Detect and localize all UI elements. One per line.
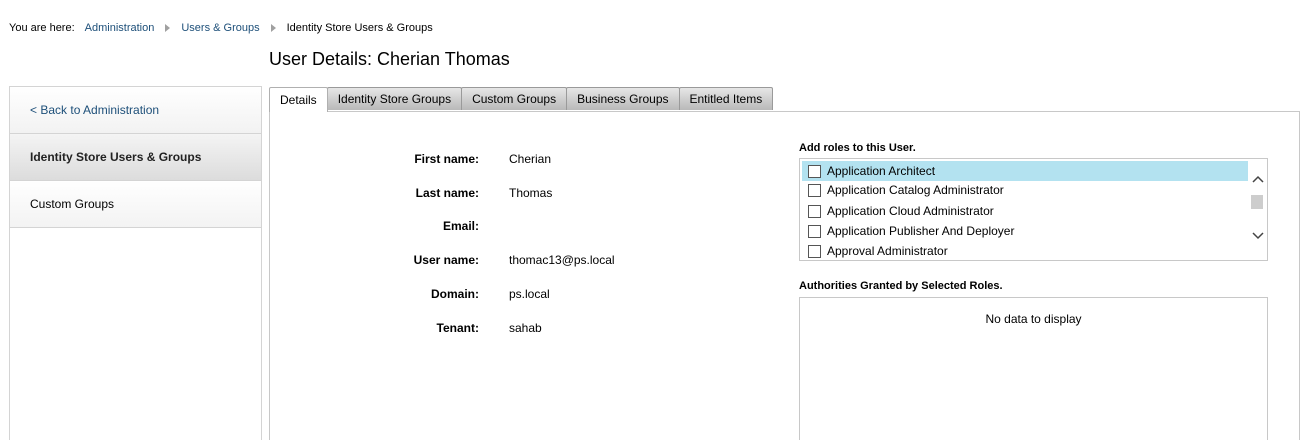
field-label: Email: bbox=[442, 219, 479, 233]
scrollbar-thumb[interactable] bbox=[1251, 195, 1263, 209]
field-first-name: First name: Cherian bbox=[269, 152, 551, 166]
role-label: Approval Administrator bbox=[827, 244, 948, 258]
breadcrumb-prefix: You are here: bbox=[9, 22, 75, 34]
field-label: Tenant: bbox=[436, 321, 479, 335]
field-email: Email: bbox=[269, 219, 509, 233]
page-title: User Details: Cherian Thomas bbox=[269, 49, 510, 69]
role-item[interactable]: Approval Administrator bbox=[802, 241, 1248, 260]
role-label: Application Cloud Administrator bbox=[827, 204, 994, 218]
role-label: Application Catalog Administrator bbox=[827, 183, 1004, 197]
authorities-title: Authorities Granted by Selected Roles. bbox=[799, 280, 1003, 292]
field-user-name: User name: thomac13@ps.local bbox=[269, 253, 615, 267]
field-label: User name: bbox=[413, 253, 479, 267]
field-value: ps.local bbox=[509, 287, 550, 301]
field-value: Cherian bbox=[509, 152, 552, 166]
breadcrumb-separator-icon bbox=[270, 24, 276, 32]
field-value: sahab bbox=[509, 321, 542, 335]
roles-title: Add roles to this User. bbox=[799, 142, 916, 154]
role-item[interactable]: Application Catalog Administrator bbox=[802, 180, 1248, 200]
field-value: thomac13@ps.local bbox=[509, 253, 615, 267]
role-checkbox[interactable] bbox=[808, 183, 821, 197]
chevron-down-icon[interactable] bbox=[1252, 232, 1264, 242]
role-checkbox[interactable] bbox=[808, 224, 821, 238]
role-label: Application Architect bbox=[827, 164, 936, 178]
roles-scrollbar[interactable] bbox=[1249, 159, 1267, 260]
role-checkbox[interactable] bbox=[808, 164, 821, 178]
field-tenant: Tenant: sahab bbox=[269, 321, 542, 335]
role-item[interactable]: Application Architect bbox=[802, 161, 1248, 181]
field-value: Thomas bbox=[509, 186, 553, 200]
sidebar-item-back[interactable]: < Back to Administration bbox=[10, 87, 261, 134]
breadcrumb-separator-icon bbox=[165, 24, 171, 32]
tab-entitled-items[interactable]: Entitled Items bbox=[678, 87, 774, 110]
sidebar: < Back to Administration Identity Store … bbox=[9, 86, 262, 440]
field-last-name: Last name: Thomas bbox=[269, 186, 553, 200]
breadcrumb-current: Identity Store Users & Groups bbox=[286, 22, 433, 34]
tab-business-groups[interactable]: Business Groups bbox=[566, 87, 680, 110]
chevron-up-icon[interactable] bbox=[1252, 175, 1264, 185]
breadcrumb: You are here: Administration Users & Gro… bbox=[9, 20, 433, 36]
tab-identity-store-groups[interactable]: Identity Store Groups bbox=[326, 87, 463, 110]
role-checkbox[interactable] bbox=[808, 244, 821, 258]
tab-bar: Details Identity Store Groups Custom Gro… bbox=[269, 87, 774, 112]
breadcrumb-link-users-groups[interactable]: Users & Groups bbox=[181, 22, 259, 34]
role-label: Application Publisher And Deployer bbox=[827, 224, 1015, 238]
field-label: First name: bbox=[414, 152, 479, 166]
field-label: Last name: bbox=[415, 186, 479, 200]
sidebar-item-custom-groups[interactable]: Custom Groups bbox=[10, 181, 261, 228]
role-item[interactable]: Application Cloud Administrator bbox=[802, 201, 1248, 221]
role-checkbox[interactable] bbox=[808, 204, 821, 218]
authorities-list: No data to display bbox=[799, 297, 1268, 440]
role-item[interactable]: Application Publisher And Deployer bbox=[802, 221, 1248, 241]
tab-custom-groups[interactable]: Custom Groups bbox=[461, 87, 568, 110]
breadcrumb-link-administration[interactable]: Administration bbox=[85, 22, 155, 34]
field-domain: Domain: ps.local bbox=[269, 287, 550, 301]
roles-list: Application Architect Application Catalo… bbox=[799, 158, 1268, 261]
no-data-text: No data to display bbox=[985, 312, 1082, 326]
field-label: Domain: bbox=[431, 287, 479, 301]
tab-details[interactable]: Details bbox=[269, 87, 328, 112]
sidebar-item-identity-store[interactable]: Identity Store Users & Groups bbox=[10, 134, 261, 181]
